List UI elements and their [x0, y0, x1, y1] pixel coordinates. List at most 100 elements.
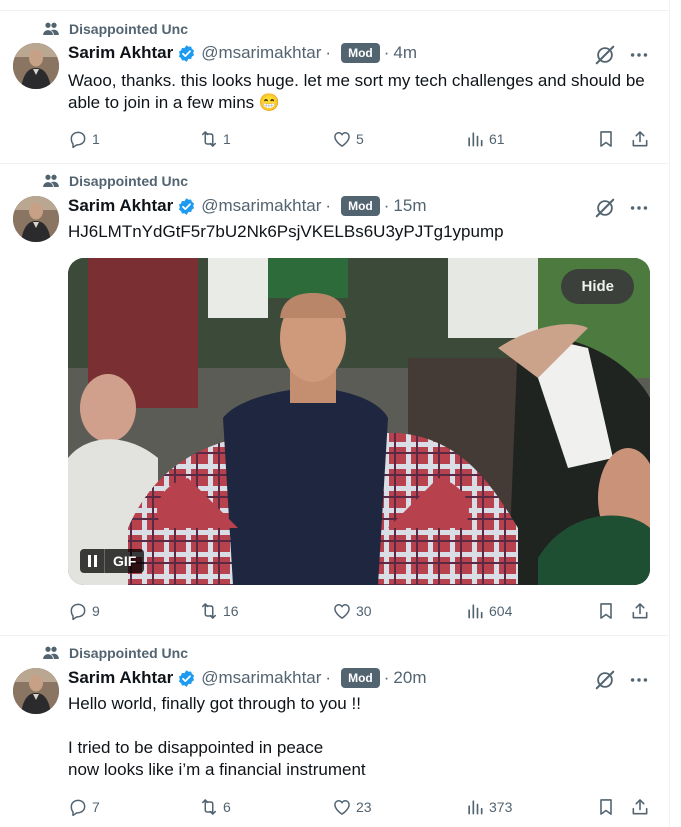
verified-badge-icon[interactable]	[177, 669, 196, 688]
hide-button[interactable]: Hide	[561, 269, 634, 304]
views-count: 61	[489, 131, 505, 147]
views-icon	[468, 604, 483, 619]
share-icon	[632, 799, 648, 815]
reply-button[interactable]: 7	[68, 795, 100, 819]
author-name[interactable]: Sarim Akhtar	[68, 668, 173, 688]
reply-button[interactable]: 9	[68, 599, 100, 623]
avatar[interactable]	[13, 43, 59, 89]
views-button[interactable]: 373	[465, 795, 512, 819]
avatar[interactable]	[13, 668, 59, 714]
more-icon[interactable]	[628, 669, 650, 691]
community-context[interactable]: Disappointed Unc	[42, 20, 188, 38]
share-icon	[632, 603, 648, 619]
avatar-image	[13, 43, 59, 89]
retweet-button[interactable]: 16	[199, 599, 239, 623]
views-button[interactable]: 61	[465, 127, 505, 151]
timestamp[interactable]: 20m	[393, 668, 426, 688]
gif-media[interactable]: Hide GIF	[68, 258, 650, 585]
tweet-top-actions	[582, 669, 650, 691]
like-count: 23	[356, 799, 372, 815]
retweet-count: 1	[223, 131, 231, 147]
gif-image	[68, 258, 650, 585]
bookmark-icon	[600, 799, 612, 815]
tweet[interactable]: Disappointed Unc Sarim Akhtar @msarimakh…	[0, 164, 670, 635]
reply-button[interactable]: 1	[68, 127, 100, 151]
tweet[interactable]: Disappointed Unc Sarim Akhtar @msarimakh…	[0, 636, 670, 827]
share-button[interactable]	[630, 795, 654, 819]
author-handle[interactable]: @msarimakhtar	[201, 196, 321, 216]
tweet-header: Sarim Akhtar @msarimakhtar · Mod · 20m	[68, 668, 427, 688]
bookmark-button[interactable]	[596, 795, 620, 819]
separator: ·	[325, 668, 332, 687]
separator: ·	[383, 196, 390, 215]
like-count: 5	[356, 131, 364, 147]
community-name: Disappointed Unc	[69, 173, 189, 189]
author-handle[interactable]: @msarimakhtar	[201, 43, 321, 63]
share-icon	[632, 131, 648, 147]
separator: ·	[325, 196, 332, 215]
gif-controls[interactable]: GIF	[80, 549, 145, 573]
timeline: Disappointed Unc Sarim Akhtar @msarimakh…	[0, 0, 670, 827]
reply-icon	[70, 799, 86, 817]
like-icon	[334, 604, 350, 619]
author-name[interactable]: Sarim Akhtar	[68, 196, 173, 216]
bookmark-icon	[600, 603, 612, 619]
views-button[interactable]: 604	[465, 599, 512, 623]
mod-badge: Mod	[341, 668, 380, 688]
more-icon[interactable]	[628, 197, 650, 219]
reply-count: 9	[92, 603, 100, 619]
gif-label: GIF	[113, 553, 137, 569]
avatar-image	[13, 668, 59, 714]
author-name[interactable]: Sarim Akhtar	[68, 43, 173, 63]
tweet-actions: 1 1 5 61	[68, 127, 650, 151]
avatar-image	[13, 196, 59, 242]
tweet-text: Hello world, finally got through to you …	[68, 694, 366, 779]
community-icon	[43, 174, 59, 187]
like-icon	[334, 800, 350, 815]
verified-badge-icon[interactable]	[177, 197, 196, 216]
tweet[interactable]: Disappointed Unc Sarim Akhtar @msarimakh…	[0, 0, 670, 163]
retweet-count: 16	[223, 603, 239, 619]
bookmark-button[interactable]	[596, 599, 620, 623]
views-icon	[468, 132, 483, 147]
mod-badge: Mod	[341, 196, 380, 216]
community-icon	[43, 22, 59, 35]
retweet-icon	[202, 799, 216, 815]
community-name: Disappointed Unc	[69, 21, 189, 37]
like-button[interactable]: 5	[332, 127, 364, 151]
tweet-text: HJ6LMTnYdGtF5r7bU2Nk6PsjVKELBs6U3yPJTg1y…	[68, 222, 504, 241]
tweet-actions: 9 16 30 604	[68, 599, 650, 623]
community-context[interactable]: Disappointed Unc	[42, 644, 188, 662]
views-count: 373	[489, 799, 513, 815]
more-icon[interactable]	[628, 44, 650, 66]
bookmark-icon	[600, 131, 612, 147]
separator: ·	[325, 43, 332, 62]
bookmark-button[interactable]	[596, 127, 620, 151]
verified-badge-icon[interactable]	[177, 44, 196, 63]
like-button[interactable]: 30	[332, 599, 372, 623]
grok-icon[interactable]	[594, 669, 616, 691]
like-button[interactable]: 23	[332, 795, 372, 819]
community-context[interactable]: Disappointed Unc	[42, 172, 188, 190]
community-name: Disappointed Unc	[69, 645, 189, 661]
grok-icon[interactable]	[594, 197, 616, 219]
avatar[interactable]	[13, 196, 59, 242]
retweet-icon	[202, 603, 216, 619]
community-icon	[43, 646, 59, 659]
retweet-button[interactable]: 6	[199, 795, 231, 819]
mod-badge: Mod	[341, 43, 380, 63]
views-icon	[468, 800, 483, 815]
retweet-count: 6	[223, 799, 231, 815]
grok-icon[interactable]	[594, 44, 616, 66]
retweet-button[interactable]: 1	[199, 127, 231, 151]
share-button[interactable]	[630, 127, 654, 151]
share-button[interactable]	[630, 599, 654, 623]
timestamp[interactable]: 4m	[393, 43, 417, 63]
tweet-header: Sarim Akhtar @msarimakhtar · Mod · 15m	[68, 196, 427, 216]
tweet-header: Sarim Akhtar @msarimakhtar · Mod · 4m	[68, 43, 417, 63]
separator: ·	[383, 43, 390, 62]
like-icon	[334, 132, 350, 147]
pause-icon[interactable]	[80, 549, 105, 573]
author-handle[interactable]: @msarimakhtar	[201, 668, 321, 688]
timestamp[interactable]: 15m	[393, 196, 426, 216]
